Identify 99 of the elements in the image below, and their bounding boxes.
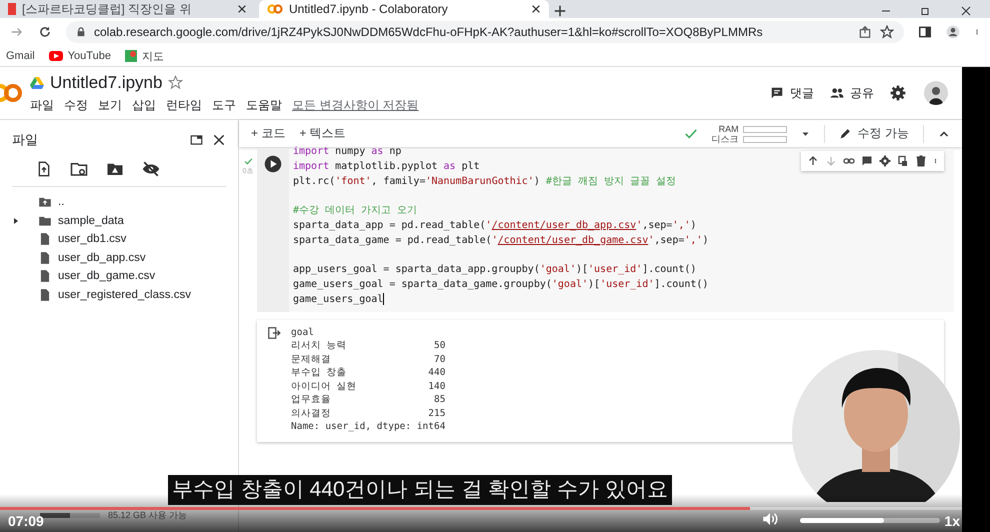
file-icon bbox=[38, 250, 52, 265]
menu-item[interactable]: 런타임 bbox=[166, 96, 202, 114]
browser-tab[interactable]: Untitled7.ipynb - Colaboratory bbox=[259, 0, 549, 18]
edit-mode-button[interactable]: 수정 가능 bbox=[838, 125, 909, 142]
people-icon[interactable] bbox=[830, 86, 844, 100]
output-icon[interactable] bbox=[267, 326, 281, 340]
file-item[interactable]: user_db_app.csv bbox=[0, 248, 238, 267]
new-tab-icon[interactable] bbox=[553, 4, 567, 18]
menu-item[interactable]: 도구 bbox=[212, 96, 236, 114]
speed-button[interactable]: 1x bbox=[944, 513, 960, 529]
address-bar[interactable]: colab.research.google.com/drive/1jRZ4PykSJ0NwDDM65WdcFhu-oFHpK-AK?authuser=1&hl=ko#scrollTo=XOQ8ByPLMMRs bbox=[66, 21, 904, 43]
subtitle: 부수입 창출이 440건이나 되는 걸 확인할 수가 있어요 bbox=[168, 475, 672, 505]
drive-icon bbox=[30, 76, 44, 88]
map-pin-icon bbox=[124, 50, 137, 62]
menu-item[interactable]: 삽입 bbox=[132, 96, 156, 114]
output-text: 아이디어 실현 bbox=[291, 380, 358, 394]
close-icon[interactable] bbox=[531, 4, 541, 14]
notebook-title[interactable]: Untitled7.ipynb bbox=[50, 72, 162, 92]
bookmark[interactable]: Gmail bbox=[6, 50, 35, 62]
check-icon bbox=[244, 157, 252, 166]
output-text: Name: user_id, dtype: int64 bbox=[291, 420, 446, 434]
upload-icon[interactable] bbox=[36, 160, 52, 178]
time-display: 07:09 bbox=[8, 513, 44, 529]
comment-icon[interactable] bbox=[770, 86, 784, 100]
add-cell-button[interactable]: + 코드 bbox=[251, 125, 286, 142]
storage-text: 85.12 GB 사용 가능 bbox=[108, 509, 188, 522]
progress-track[interactable] bbox=[0, 507, 962, 510]
output-text: 70 bbox=[432, 352, 446, 366]
file-item[interactable]: user_registered_class.csv bbox=[0, 286, 238, 304]
expand-icon[interactable] bbox=[12, 216, 20, 225]
resource-meter[interactable]: RAM 디스크 bbox=[712, 124, 787, 144]
settings-icon[interactable] bbox=[879, 154, 891, 168]
star-icon[interactable] bbox=[168, 75, 184, 90]
code-line: plt.rc('font', family='NanumBarunGothic') #한글 깨짐 방지 글꼴 설정 bbox=[293, 174, 676, 189]
settings-icon[interactable] bbox=[890, 85, 906, 101]
output-text: 부수입 창출 bbox=[291, 366, 348, 380]
output-text: 215 bbox=[427, 406, 446, 420]
window-icon[interactable] bbox=[189, 133, 204, 147]
code-line: #수강 데이터 가지고 오기 bbox=[293, 204, 418, 218]
code-line: sparta_data_game = pd.read_table('/content/user_db_game.csv',sep=',') bbox=[293, 234, 708, 248]
browser-tab[interactable]: [스파르타코딩클럽] 직장인을 위 bbox=[0, 0, 255, 18]
file-icon bbox=[38, 288, 52, 302]
close-icon[interactable] bbox=[212, 133, 226, 147]
file-icon bbox=[38, 232, 52, 246]
folder-up-icon bbox=[38, 195, 52, 210]
output-text: 문제해결 bbox=[291, 352, 332, 366]
star-icon[interactable] bbox=[880, 25, 894, 39]
share-icon[interactable] bbox=[858, 25, 872, 39]
close-icon[interactable] bbox=[960, 4, 972, 18]
file-item[interactable]: sample_data bbox=[0, 212, 238, 230]
profile-icon[interactable] bbox=[946, 25, 960, 39]
add-cell-button[interactable]: + 텍스트 bbox=[299, 125, 346, 142]
output-text: 50 bbox=[432, 339, 446, 353]
menu-item[interactable]: 보기 bbox=[98, 96, 122, 114]
close-icon[interactable] bbox=[237, 4, 247, 14]
volume-track[interactable] bbox=[800, 518, 940, 523]
mirror-icon[interactable] bbox=[897, 154, 909, 168]
comment-button[interactable]: 댓글 bbox=[770, 84, 814, 102]
eye-off-icon[interactable] bbox=[142, 160, 160, 178]
save-status-link[interactable]: 모든 변경사항이 저장됨 bbox=[292, 96, 419, 114]
output-text: 85 bbox=[432, 393, 446, 407]
output-text: 리서치 능력 bbox=[291, 339, 348, 353]
share-button[interactable]: 공유 bbox=[830, 84, 874, 102]
play-icon bbox=[48, 51, 63, 61]
code-line: game_users_goal = sparta_data_game.groupby('goal')['user_id'].count() bbox=[293, 278, 708, 292]
page-icon bbox=[8, 3, 16, 15]
output-text: 업무효율 bbox=[291, 393, 332, 407]
file-icon bbox=[38, 269, 52, 284]
avatar[interactable] bbox=[924, 81, 948, 105]
code-line: import numpy as np bbox=[293, 145, 402, 159]
arrow-up-icon[interactable] bbox=[807, 154, 819, 168]
colab-icon bbox=[267, 4, 283, 14]
disk-usage-bar bbox=[40, 513, 100, 518]
code-line: game_users_goal bbox=[293, 292, 384, 308]
output-text: goal bbox=[291, 326, 315, 340]
sidebar-icon[interactable] bbox=[918, 25, 932, 39]
check-icon[interactable] bbox=[684, 126, 698, 140]
code-line: app_users_goal = sparta_data_app.groupby('goal')['user_id'].count() bbox=[293, 263, 696, 278]
menu-item[interactable]: 도움말 bbox=[246, 96, 282, 114]
lock-icon bbox=[76, 27, 86, 37]
reload-icon[interactable] bbox=[38, 25, 52, 39]
menu-item[interactable]: 파일 bbox=[30, 96, 54, 114]
comment-icon[interactable] bbox=[861, 154, 873, 168]
code-line: sparta_data_app = pd.read_table('/content/user_db_app.csv',sep=',') bbox=[293, 218, 696, 233]
output-text: 440 bbox=[427, 366, 446, 380]
output-text: 140 bbox=[427, 380, 446, 394]
folder-refresh-icon[interactable] bbox=[70, 160, 88, 178]
menu-item[interactable]: 수정 bbox=[64, 96, 88, 114]
bookmark[interactable]: YouTube bbox=[48, 50, 111, 62]
file-item[interactable]: user_db1.csv bbox=[0, 230, 238, 248]
code-line: import matplotlib.pyplot as plt bbox=[293, 160, 480, 174]
trash-icon[interactable] bbox=[915, 154, 927, 168]
play-icon[interactable] bbox=[264, 155, 282, 173]
panel-title: 파일 bbox=[12, 131, 39, 149]
file-item[interactable]: .. bbox=[0, 193, 238, 212]
output-text: 의사결정 bbox=[291, 406, 332, 420]
bookmark[interactable]: 지도 bbox=[124, 48, 164, 64]
file-item[interactable]: user_db_game.csv bbox=[0, 267, 238, 286]
pencil-icon bbox=[838, 127, 852, 140]
